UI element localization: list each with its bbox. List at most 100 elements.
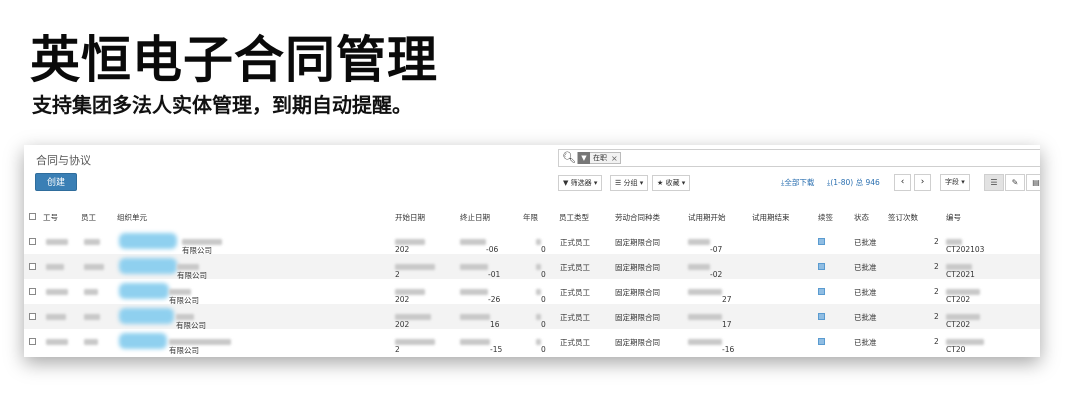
breadcrumb[interactable]: 合同与协议 bbox=[36, 152, 91, 168]
col-header[interactable]: 终止日期 bbox=[460, 212, 490, 223]
org-redaction bbox=[119, 308, 174, 324]
fields-button[interactable]: 字段 ▾ bbox=[940, 174, 970, 191]
search-icon: 🔍︎ bbox=[562, 151, 576, 164]
create-button[interactable]: 创建 bbox=[35, 173, 77, 191]
list-view-icon[interactable]: ☰ bbox=[984, 174, 1004, 191]
trial-start: 27 bbox=[688, 287, 732, 304]
row-checkbox[interactable] bbox=[29, 263, 36, 270]
end-date: -15 bbox=[460, 337, 502, 354]
trial-start: -16 bbox=[688, 337, 734, 354]
search-facet[interactable]: ▼ 在职 × bbox=[577, 152, 621, 164]
employee-type: 正式员工 bbox=[560, 313, 590, 322]
other-view-icon[interactable]: ▤ bbox=[1026, 174, 1040, 191]
contract-kind: 固定期限合同 bbox=[615, 238, 660, 247]
redacted-employee bbox=[84, 287, 98, 296]
favorite-button[interactable]: ★ 收藏 ▾ bbox=[652, 175, 691, 191]
row-checkbox[interactable] bbox=[29, 288, 36, 295]
prev-page-button[interactable]: ‹ bbox=[894, 174, 911, 191]
renew-checkbox[interactable] bbox=[818, 263, 825, 270]
group-button[interactable]: ☰ 分组 ▾ bbox=[610, 175, 649, 191]
redacted-employee bbox=[84, 337, 98, 346]
table-header: 工号 员工 组织单元 开始日期 终止日期 年限 员工类型 劳动合同种类 试用期开… bbox=[24, 207, 1040, 227]
end-date: -01 bbox=[460, 262, 500, 279]
col-header[interactable]: 状态 bbox=[854, 212, 869, 223]
renew-checkbox[interactable] bbox=[818, 338, 825, 345]
facet-close-icon[interactable]: × bbox=[609, 154, 620, 163]
row-checkbox[interactable] bbox=[29, 313, 36, 320]
row-checkbox[interactable] bbox=[29, 338, 36, 345]
renew-checkbox[interactable] bbox=[818, 238, 825, 245]
table-row[interactable]: 有限公司 202 -06 0 正式员工 固定期限合同 -07 已批准 2 CT2… bbox=[24, 229, 1040, 255]
table-row[interactable]: 有限公司 202 16 0 正式员工 固定期限合同 17 已批准 2 CT202 bbox=[24, 304, 1040, 330]
redacted-id bbox=[46, 312, 66, 321]
redacted-employee bbox=[84, 262, 104, 271]
end-date: 16 bbox=[460, 312, 500, 329]
table-row[interactable]: 有限公司 2 -15 0 正式员工 固定期限合同 -16 已批准 2 CT20 bbox=[24, 329, 1040, 355]
start-date: 202 bbox=[395, 237, 425, 254]
form-view-icon[interactable]: ✎ bbox=[1005, 174, 1025, 191]
app-window: 合同与协议 创建 🔍︎ ▼ 在职 × ▼ 筛选器 ▾ ☰ 分组 ▾ ★ 收藏 ▾… bbox=[24, 145, 1040, 357]
download-all-link[interactable]: ⤓全部下载 bbox=[781, 177, 814, 188]
sign-count: 2 bbox=[934, 237, 939, 246]
start-date: 2 bbox=[395, 337, 435, 354]
col-header[interactable]: 劳动合同种类 bbox=[615, 212, 660, 223]
col-header[interactable]: 开始日期 bbox=[395, 212, 425, 223]
employee-type: 正式员工 bbox=[560, 338, 590, 347]
col-header[interactable]: 编号 bbox=[946, 212, 961, 223]
redacted-id bbox=[46, 287, 68, 296]
end-date: -26 bbox=[460, 287, 500, 304]
table-row[interactable]: 有限公司 2 -01 0 正式员工 固定期限合同 -02 已批准 2 CT202… bbox=[24, 254, 1040, 280]
contract-code: CT20 bbox=[946, 337, 984, 354]
trial-start: -07 bbox=[688, 237, 722, 254]
renew-checkbox[interactable] bbox=[818, 313, 825, 320]
redacted-id bbox=[46, 237, 68, 246]
contract-code: CT202 bbox=[946, 287, 980, 304]
end-date: -06 bbox=[460, 237, 498, 254]
table-row[interactable]: 有限公司 202 -26 0 正式员工 固定期限合同 27 已批准 2 CT20… bbox=[24, 279, 1040, 305]
col-header[interactable]: 试用期开始 bbox=[688, 212, 726, 223]
subline: 支持集团多法人实体管理，到期自动提醒。 bbox=[32, 93, 412, 117]
filter-button[interactable]: ▼ 筛选器 ▾ bbox=[558, 175, 603, 191]
search-input[interactable]: 🔍︎ ▼ 在职 × bbox=[558, 149, 1040, 167]
org-redaction bbox=[119, 258, 177, 274]
sign-count: 2 bbox=[934, 337, 939, 346]
download-all-label: 全部下载 bbox=[784, 178, 815, 187]
years: 0 bbox=[536, 237, 546, 254]
org-unit: 有限公司 bbox=[169, 287, 199, 305]
start-date: 2 bbox=[395, 262, 435, 279]
select-all-checkbox[interactable] bbox=[29, 213, 36, 220]
employee-type: 正式员工 bbox=[560, 263, 590, 272]
trial-start: 17 bbox=[688, 312, 732, 329]
status: 已批准 bbox=[854, 313, 877, 322]
trial-start: -02 bbox=[688, 262, 722, 279]
col-header[interactable]: 续签 bbox=[818, 212, 833, 223]
contract-code: CT202 bbox=[946, 312, 980, 329]
sign-count: 2 bbox=[934, 312, 939, 321]
status: 已批准 bbox=[854, 238, 877, 247]
start-date: 202 bbox=[395, 287, 425, 304]
col-header[interactable]: 员工类型 bbox=[559, 212, 589, 223]
org-unit: 有限公司 bbox=[182, 237, 222, 255]
sign-count: 2 bbox=[934, 287, 939, 296]
col-header[interactable]: 工号 bbox=[43, 212, 58, 223]
contract-kind: 固定期限合同 bbox=[615, 263, 660, 272]
employee-type: 正式员工 bbox=[560, 238, 590, 247]
org-unit: 有限公司 bbox=[177, 262, 207, 280]
pager[interactable]: ⤓(1-80) 总 946 bbox=[827, 177, 880, 188]
redacted-employee bbox=[84, 312, 100, 321]
col-header[interactable]: 员工 bbox=[81, 212, 96, 223]
pager-text: (1-80) 总 946 bbox=[830, 178, 880, 187]
col-header[interactable]: 组织单元 bbox=[117, 212, 147, 223]
redacted-id bbox=[46, 262, 64, 271]
org-redaction bbox=[119, 283, 169, 299]
row-checkbox[interactable] bbox=[29, 238, 36, 245]
renew-checkbox[interactable] bbox=[818, 288, 825, 295]
col-header[interactable]: 试用期结束 bbox=[752, 212, 790, 223]
next-page-button[interactable]: › bbox=[914, 174, 931, 191]
col-header[interactable]: 签订次数 bbox=[888, 212, 918, 223]
status: 已批准 bbox=[854, 288, 877, 297]
start-date: 202 bbox=[395, 312, 431, 329]
years: 0 bbox=[536, 287, 546, 304]
contract-kind: 固定期限合同 bbox=[615, 313, 660, 322]
col-header[interactable]: 年限 bbox=[523, 212, 538, 223]
